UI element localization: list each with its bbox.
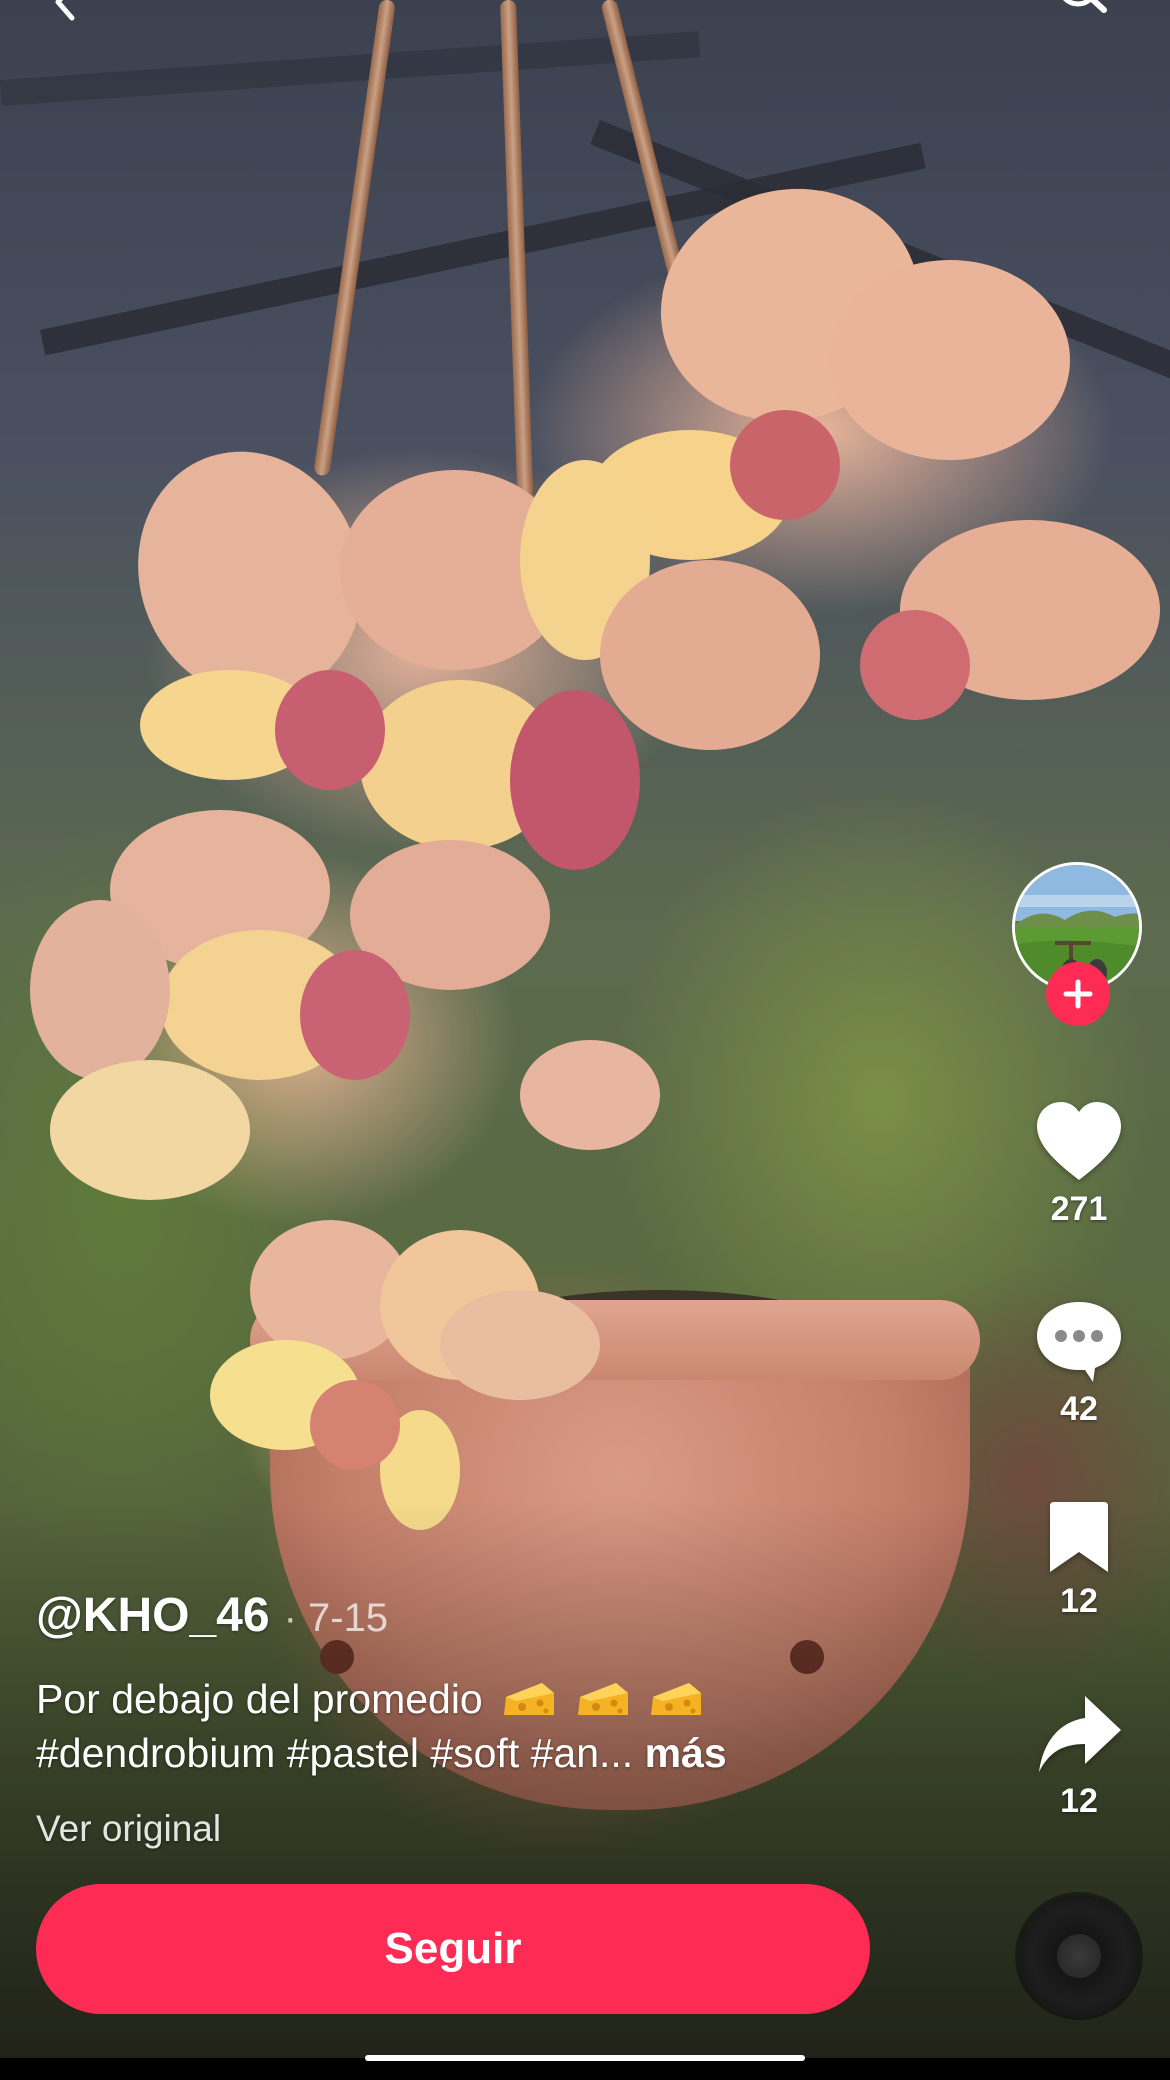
home-indicator[interactable] <box>365 2055 805 2061</box>
roof-beam <box>0 31 701 106</box>
orchid-lip <box>730 410 840 520</box>
share-count: 12 <box>1060 1782 1098 1820</box>
orchid-lip <box>300 950 410 1080</box>
orchid-lip <box>860 610 970 720</box>
chevron-left-icon[interactable] <box>46 0 86 22</box>
comment-button[interactable]: 42 <box>1020 1298 1138 1429</box>
follow-button[interactable]: Seguir <box>36 1884 870 2014</box>
hanger-rope <box>500 0 535 520</box>
music-disc-icon[interactable] <box>1018 1895 1140 2017</box>
post-date: · 7-15 <box>283 1596 389 1640</box>
heart-icon <box>1037 1102 1121 1180</box>
author-line: @KHO_46 · 7-15 <box>36 1588 388 1643</box>
plus-icon <box>1063 979 1093 1009</box>
like-button[interactable]: 271 <box>1020 1100 1138 1229</box>
like-count: 271 <box>1050 1190 1108 1228</box>
share-button[interactable]: 12 <box>1020 1694 1138 1821</box>
share-icon <box>1039 1696 1121 1772</box>
save-count: 12 <box>1060 1582 1098 1620</box>
orchid-petal <box>600 560 820 750</box>
more-link[interactable]: más <box>645 1730 727 1776</box>
comment-count: 42 <box>1060 1390 1098 1428</box>
orchid-petal <box>830 260 1070 460</box>
orchid-lip <box>310 1380 400 1470</box>
bookmark-icon <box>1050 1502 1108 1572</box>
caption-text: Por debajo del promedio <box>36 1676 483 1722</box>
orchid-lip <box>510 690 640 870</box>
cheese-icon <box>576 1678 630 1718</box>
author-username[interactable]: @KHO_46 <box>36 1588 270 1643</box>
post-caption[interactable]: Por debajo del promedio #dendrobium #pas… <box>36 1672 936 1780</box>
save-button[interactable]: 12 <box>1020 1500 1138 1621</box>
comment-icon <box>1037 1302 1121 1382</box>
orchid-petal <box>30 900 170 1080</box>
orchid-petal <box>520 1040 660 1150</box>
see-original-link[interactable]: Ver original <box>36 1808 221 1850</box>
orchid-petal <box>440 1290 600 1400</box>
orchid-petal <box>50 1060 250 1200</box>
follow-plus-button[interactable] <box>1046 962 1110 1026</box>
cheese-icon <box>502 1678 556 1718</box>
cheese-icon <box>649 1678 703 1718</box>
search-icon[interactable] <box>1052 0 1112 22</box>
orchid-lip <box>275 670 385 790</box>
caption-hashtags[interactable]: #dendrobium #pastel #soft #an... <box>36 1730 633 1776</box>
